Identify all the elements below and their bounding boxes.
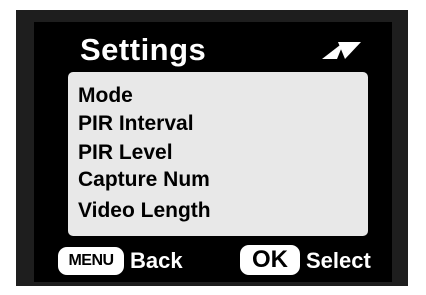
ok-key-button[interactable]: OK [240, 245, 300, 275]
down-arrow-icon [338, 42, 361, 59]
page-title: Settings [80, 32, 207, 67]
back-label: Back [130, 248, 183, 273]
menu-item-capture-num[interactable]: Capture Num [78, 168, 210, 192]
menu-item-mode[interactable]: Mode [78, 84, 133, 108]
up-down-arrows-icon[interactable] [320, 40, 362, 60]
select-label: Select [306, 248, 371, 273]
menu-item-pir-level[interactable]: PIR Level [78, 141, 173, 165]
menu-key-button[interactable]: MENU [58, 247, 124, 275]
menu-item-video-length[interactable]: Video Length [78, 199, 211, 223]
menu-item-pir-interval[interactable]: PIR Interval [78, 112, 194, 136]
